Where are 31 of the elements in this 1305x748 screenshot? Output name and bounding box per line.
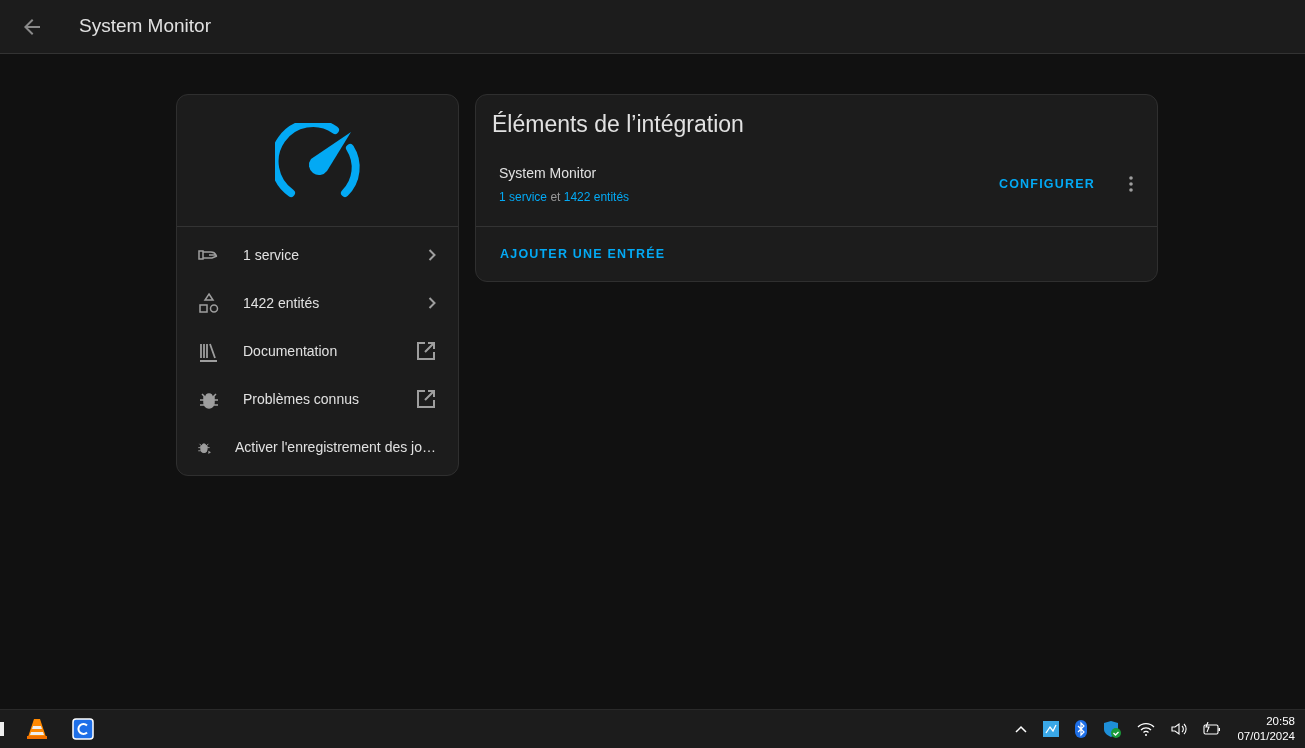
entry-text: et xyxy=(550,189,561,204)
sidebar-item[interactable]: Activer l'enregistrement des jo… xyxy=(177,423,458,471)
traffic-cone-icon[interactable] xyxy=(26,718,48,740)
sidebar-item[interactable]: 1 service xyxy=(177,231,458,279)
sidebar-item[interactable]: 1422 entités xyxy=(177,279,458,327)
entry-name: System Monitor xyxy=(499,163,598,183)
page-title: System Monitor xyxy=(79,14,211,39)
chevron-right-icon xyxy=(428,297,436,309)
chevron-right-icon xyxy=(428,249,436,261)
configure-button[interactable]: CONFIGURER xyxy=(990,168,1103,200)
more-options-icon[interactable] xyxy=(1129,176,1133,193)
card-title: Éléments de l’intégration xyxy=(491,110,745,139)
speaker-icon[interactable] xyxy=(1171,722,1188,736)
external-link-icon xyxy=(416,341,436,361)
shapes-icon xyxy=(197,292,219,314)
wifi-icon[interactable] xyxy=(1137,722,1156,736)
chevron-up-icon[interactable] xyxy=(1015,725,1028,733)
battery-icon[interactable] xyxy=(1203,722,1222,736)
external-link-icon xyxy=(416,389,436,409)
entry-link[interactable]: 1422 entités xyxy=(563,189,630,204)
bluetooth-icon[interactable] xyxy=(1075,720,1088,738)
tray-app-icon[interactable] xyxy=(1043,721,1060,737)
clock-time[interactable]: 20:58 xyxy=(1237,714,1295,729)
sidebar-item[interactable]: Documentation xyxy=(177,327,458,375)
app-icon[interactable] xyxy=(72,718,94,740)
speedometer-icon xyxy=(274,122,361,199)
shield-icon[interactable] xyxy=(1103,720,1122,738)
entry-link[interactable]: 1 service xyxy=(499,189,548,204)
sidebar-item[interactable]: Problèmes connus xyxy=(177,375,458,423)
add-entry-button[interactable]: AJOUTER UNE ENTRÉE xyxy=(492,238,674,270)
clock-date[interactable]: 07/01/2024 xyxy=(1237,729,1295,744)
